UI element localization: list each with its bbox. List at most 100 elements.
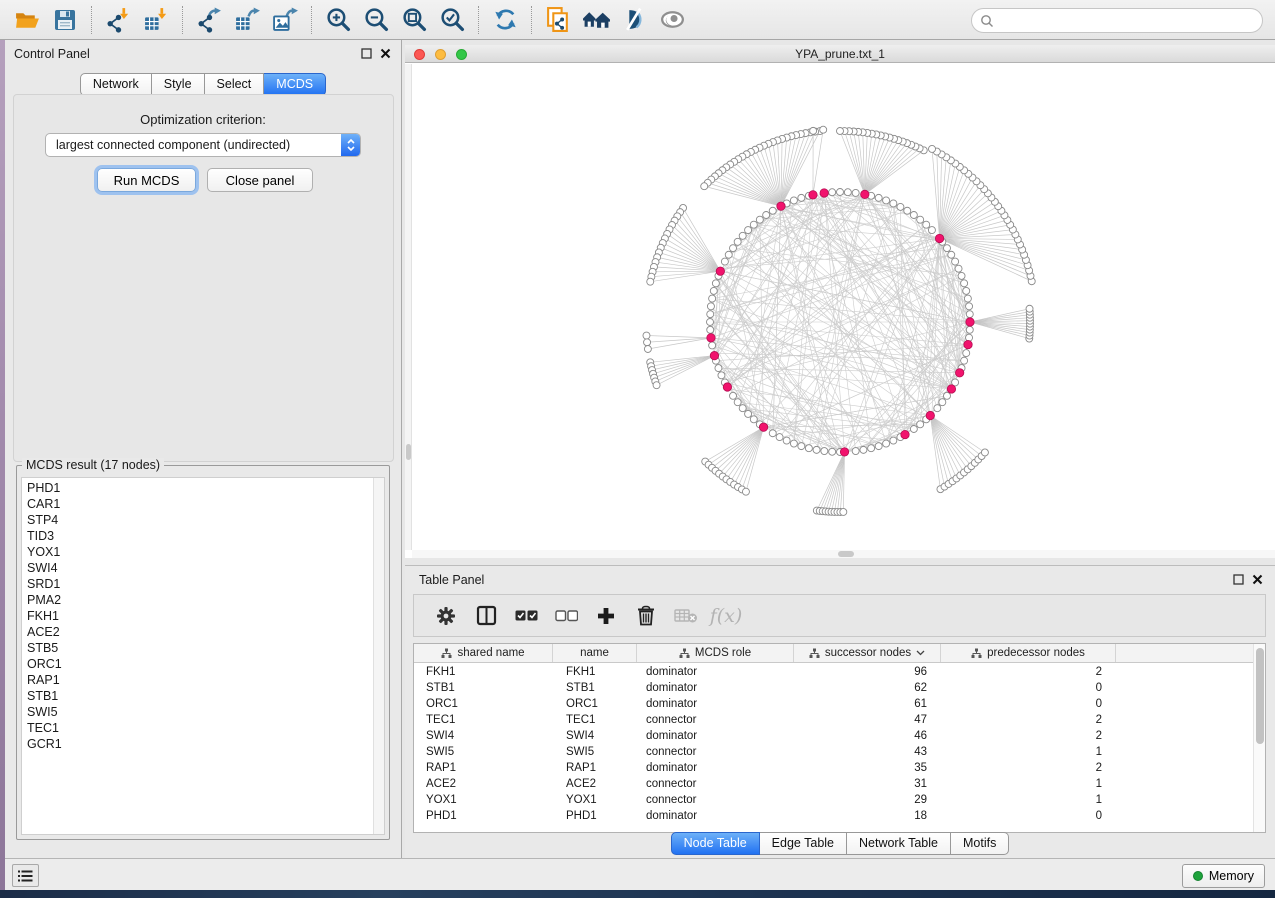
tab-motifs[interactable]: Motifs xyxy=(951,832,1009,855)
destroy-network-button[interactable] xyxy=(577,3,615,37)
mcds-result-item[interactable]: ORC1 xyxy=(22,656,372,672)
close-panel-action-button[interactable]: Close panel xyxy=(207,168,313,192)
table-row[interactable]: ORC1ORC1dominator610 xyxy=(414,696,1252,712)
table-cell: TEC1 xyxy=(553,714,637,726)
table-body: FKH1FKH1dominator962STB1STB1dominator620… xyxy=(414,664,1252,832)
table-scroll-thumb[interactable] xyxy=(1256,648,1264,744)
mcds-result-item[interactable]: YOX1 xyxy=(22,544,372,560)
show-columns-button[interactable] xyxy=(466,598,506,634)
mcds-result-item[interactable]: RAP1 xyxy=(22,672,372,688)
column-header-predecessor-nodes[interactable]: predecessor nodes xyxy=(941,644,1116,662)
zoom-out-icon xyxy=(363,6,390,33)
mcds-result-item[interactable]: GCR1 xyxy=(22,736,372,752)
new-network-from-selection-button[interactable] xyxy=(539,3,577,37)
function-builder-button[interactable]: f(x) xyxy=(706,598,746,634)
search-input[interactable] xyxy=(994,14,1262,28)
mcds-result-item[interactable]: PHD1 xyxy=(22,480,372,496)
toggle-graphics-details-icon xyxy=(621,6,648,33)
table-row[interactable]: SWI4SWI4dominator462 xyxy=(414,728,1252,744)
table-row[interactable]: SWI5SWI5connector431 xyxy=(414,744,1252,760)
table-row[interactable]: TEC1TEC1connector472 xyxy=(414,712,1252,728)
memory-button[interactable]: Memory xyxy=(1182,864,1265,888)
optimization-criterion-select[interactable]: largest connected component (undirected) xyxy=(45,133,361,157)
select-all-button[interactable] xyxy=(506,598,546,634)
main-toolbar xyxy=(0,0,1275,40)
deselect-all-button[interactable] xyxy=(546,598,586,634)
delete-table-button[interactable] xyxy=(666,598,706,634)
delete-column-button[interactable] xyxy=(626,598,666,634)
table-row[interactable]: YOX1YOX1connector291 xyxy=(414,792,1252,808)
tab-network[interactable]: Network xyxy=(80,73,152,96)
network-vscroll-thumb[interactable] xyxy=(406,444,411,460)
table-row[interactable]: ACE2ACE2connector311 xyxy=(414,776,1252,792)
zoom-out-button[interactable] xyxy=(357,3,395,37)
tab-edge-table[interactable]: Edge Table xyxy=(760,832,847,855)
save-button[interactable] xyxy=(46,3,84,37)
export-network-button[interactable] xyxy=(190,3,228,37)
table-panel-header: Table Panel xyxy=(405,566,1275,592)
trash-icon xyxy=(636,605,656,626)
column-header-shared-name[interactable]: shared name xyxy=(414,644,553,662)
network-window-titlebar[interactable]: YPA_prune.txt_1 xyxy=(405,45,1275,63)
table-cell: ORC1 xyxy=(553,698,637,710)
tab-node-table[interactable]: Node Table xyxy=(671,832,760,855)
close-panel-button[interactable] xyxy=(379,47,392,60)
run-mcds-button[interactable]: Run MCDS xyxy=(97,168,196,192)
mcds-result-item[interactable]: SWI4 xyxy=(22,560,372,576)
network-hscroll-thumb[interactable] xyxy=(838,551,854,557)
mcds-result-item[interactable]: CAR1 xyxy=(22,496,372,512)
table-scrollbar[interactable] xyxy=(1253,644,1265,832)
table-cell: 1 xyxy=(941,778,1116,790)
export-image-button[interactable] xyxy=(266,3,304,37)
tab-mcds[interactable]: MCDS xyxy=(264,73,326,96)
mcds-result-item[interactable]: TID3 xyxy=(22,528,372,544)
table-row[interactable]: RAP1RAP1dominator352 xyxy=(414,760,1252,776)
mcds-result-item[interactable]: STB5 xyxy=(22,640,372,656)
table-float-button[interactable] xyxy=(1232,573,1245,586)
open-file-button[interactable] xyxy=(8,3,46,37)
table-row[interactable]: PHD1PHD1dominator180 xyxy=(414,808,1252,824)
chevron-up-icon xyxy=(347,139,355,144)
mcds-result-item[interactable]: TEC1 xyxy=(22,720,372,736)
mcds-result-item[interactable]: SWI5 xyxy=(22,704,372,720)
table-cell: 2 xyxy=(941,730,1116,742)
zoom-in-button[interactable] xyxy=(319,3,357,37)
mcds-list-scrollbar[interactable] xyxy=(373,478,384,834)
hierarchy-icon xyxy=(971,648,982,659)
mcds-result-item[interactable]: ACE2 xyxy=(22,624,372,640)
export-table-button[interactable] xyxy=(228,3,266,37)
table-close-button[interactable] xyxy=(1251,573,1264,586)
toolbar-separator xyxy=(91,6,92,34)
add-column-button[interactable] xyxy=(586,598,626,634)
toolbar-separator xyxy=(531,6,532,34)
tab-network-table[interactable]: Network Table xyxy=(847,832,951,855)
mcds-result-item[interactable]: SRD1 xyxy=(22,576,372,592)
mcds-result-item[interactable]: PMA2 xyxy=(22,592,372,608)
close-icon xyxy=(1252,574,1263,585)
table-settings-button[interactable] xyxy=(426,598,466,634)
import-network-button[interactable] xyxy=(99,3,137,37)
table-cell: 31 xyxy=(794,778,941,790)
birds-eye-view-button[interactable] xyxy=(653,3,691,37)
network-graph[interactable] xyxy=(405,64,1275,558)
import-table-button[interactable] xyxy=(137,3,175,37)
zoom-fit-button[interactable] xyxy=(395,3,433,37)
table-row[interactable]: STB1STB1dominator620 xyxy=(414,680,1252,696)
tab-style[interactable]: Style xyxy=(152,73,205,96)
tab-select[interactable]: Select xyxy=(205,73,265,96)
mcds-result-item[interactable]: STB1 xyxy=(22,688,372,704)
column-header-name[interactable]: name xyxy=(553,644,637,662)
task-history-button[interactable] xyxy=(12,864,39,887)
zoom-selected-button[interactable] xyxy=(433,3,471,37)
column-header-mcds-role[interactable]: MCDS role xyxy=(637,644,794,662)
column-header-successor-nodes[interactable]: successor nodes xyxy=(794,644,941,662)
toggle-graphics-details-button[interactable] xyxy=(615,3,653,37)
mcds-result-item[interactable]: FKH1 xyxy=(22,608,372,624)
network-vertical-scrollbar[interactable] xyxy=(405,64,412,550)
table-row[interactable]: FKH1FKH1dominator962 xyxy=(414,664,1252,680)
network-horizontal-scrollbar[interactable] xyxy=(412,550,1275,558)
app-window: Control Panel Network Style Select MCDS … xyxy=(0,0,1275,898)
refresh-button[interactable] xyxy=(486,3,524,37)
float-panel-button[interactable] xyxy=(360,47,373,60)
mcds-result-item[interactable]: STP4 xyxy=(22,512,372,528)
